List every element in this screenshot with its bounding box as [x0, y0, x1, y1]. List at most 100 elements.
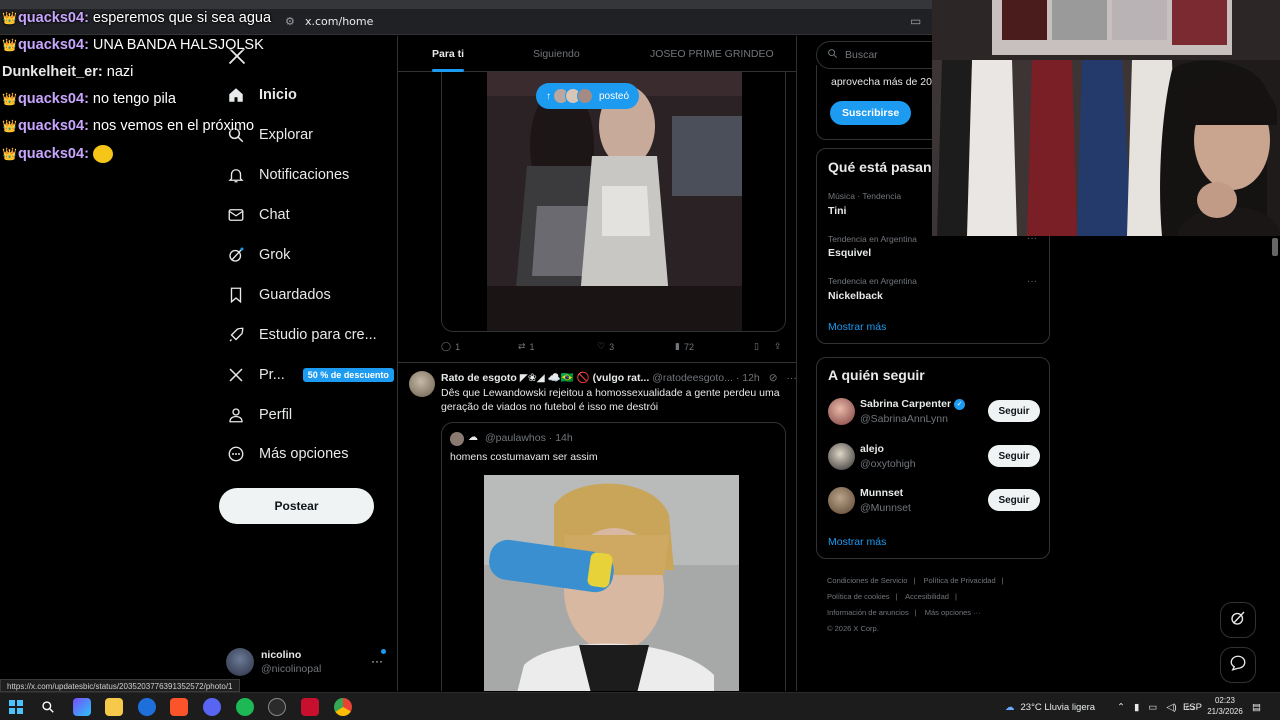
who-to-follow-card: A quién seguir Sabrina Carpenter ✓ @Sabri… [816, 357, 1050, 559]
tweet-author-name[interactable]: Rato de esgoto ◤❀◢ ☁️🇧🇷 🚫 (vulgo rat... [441, 372, 649, 384]
follow-suggestion[interactable]: Sabrina Carpenter ✓ @SabrinaAnnLynn Segui… [828, 396, 1040, 428]
footer-link[interactable]: Accesibilidad [905, 592, 949, 601]
like-button[interactable]: ♡ 3 [597, 341, 614, 352]
who-to-follow-title: A quién seguir [828, 367, 925, 383]
notifications-icon[interactable]: ▤ [1252, 693, 1261, 720]
chat-username: quacks04 [17, 145, 85, 162]
trends-title: Qué está pasando [828, 159, 949, 175]
account-name: nicolino [261, 649, 302, 661]
spotify-icon[interactable] [236, 698, 254, 716]
tab-joseo-prime-grindeo[interactable]: JOSEO PRIME GRINDEO [650, 36, 774, 72]
share-button[interactable]: ⇪ [774, 341, 782, 352]
chat-username: quacks04 [17, 118, 85, 134]
sidebar-item-premium[interactable]: Pr... 50 % de descuento [227, 357, 394, 393]
tweet-author-handle[interactable]: @ratodeesgoto... [652, 372, 733, 384]
more-horizontal-icon[interactable]: ··· [786, 372, 796, 384]
sidebar-item-perfil[interactable]: Perfil [227, 397, 292, 433]
microphone-icon[interactable]: ▮ [1134, 702, 1139, 713]
bell-icon [227, 166, 245, 184]
tab-para-ti[interactable]: Para ti [432, 36, 465, 72]
tab-siguiendo[interactable]: Siguiendo [533, 36, 580, 72]
chart-icon: ▮ [675, 341, 680, 351]
search-icon[interactable] [39, 698, 57, 716]
tweet-text: Dês que Lewandowski rejeitou a homossexu… [441, 387, 780, 413]
trend-name[interactable]: Tini [828, 205, 846, 217]
trend-name[interactable]: Esquivel [828, 247, 871, 259]
volume-icon[interactable]: ◁) [1166, 702, 1176, 713]
follow-suggestion[interactable]: alejo @oxytohigh Seguir [828, 441, 1040, 473]
more-horizontal-icon[interactable]: ··· [1027, 276, 1037, 287]
quote-photo[interactable] [484, 475, 739, 691]
home-icon [227, 86, 245, 104]
app-icon[interactable] [301, 698, 319, 716]
footer-link[interactable]: Más opciones ··· [925, 608, 981, 617]
avatar [226, 648, 254, 676]
footer-link[interactable]: Información de anuncios [827, 608, 909, 617]
repost-button[interactable]: ⇄ 1 [518, 341, 535, 352]
sidebar-item-notificaciones[interactable]: Notificaciones [227, 157, 349, 193]
quoted-tweet[interactable]: ☁ @paulawhos · 14h homens costumavam ser… [441, 422, 786, 691]
site-info-icon[interactable]: ⚙ [285, 15, 297, 28]
chat-text: nazi [106, 64, 134, 80]
chat-text: nos vemos en el próximo [92, 118, 255, 134]
show-more-link[interactable]: Mostrar más [828, 321, 886, 333]
quote-text: homens costumavam ser assim [450, 451, 598, 463]
sidebar-item-guardados[interactable]: Guardados [227, 277, 331, 313]
webcam-video [932, 0, 1280, 236]
chat-message: 👑quacks04: esperemos que si sea agua [2, 10, 272, 26]
sidebar-item-inicio[interactable]: Inicio [227, 77, 297, 113]
clock-date: 21/3/2026 [1207, 707, 1243, 716]
follow-button[interactable]: Seguir [988, 489, 1040, 511]
chevron-up-icon[interactable]: ⌃ [1117, 702, 1125, 713]
post-button[interactable]: Postear [219, 488, 374, 524]
language-indicator[interactable]: ESP [1183, 693, 1202, 720]
footer-link[interactable]: Condiciones de Servicio [827, 576, 907, 585]
reply-button[interactable]: ◯ 1 [441, 341, 460, 352]
grok-icon[interactable]: ⊘ [769, 372, 778, 384]
avatar [828, 443, 855, 470]
brave-icon[interactable] [170, 698, 188, 716]
new-posts-pill[interactable]: ↑ posteó [536, 83, 640, 109]
address-url[interactable]: x.com/home [305, 15, 373, 28]
trend-name[interactable]: Nickelback [828, 290, 883, 302]
follow-suggestion[interactable]: Munnset @Munnset Seguir [828, 485, 1040, 517]
more-horizontal-icon[interactable]: ··· [371, 654, 383, 668]
tweet-time[interactable]: · 12h [736, 372, 760, 384]
chat-bubble-icon [1229, 654, 1247, 677]
weather-widget[interactable]: ☁ 23°C Lluvia ligera [1005, 693, 1095, 720]
active-tab-indicator [432, 69, 465, 72]
cast-icon[interactable]: ▭ [910, 14, 921, 28]
edge-icon[interactable] [138, 698, 156, 716]
scrollbar[interactable] [1272, 238, 1278, 256]
chrome-icon[interactable] [334, 698, 352, 716]
timeline[interactable]: Para ti Siguiendo JOSEO PRIME GRINDEO ↑ [397, 36, 797, 691]
copilot-icon[interactable] [73, 698, 91, 716]
sidebar-item-mas-opciones[interactable]: Más opciones [227, 436, 348, 472]
account-switcher[interactable]: nicolino @nicolinopal ··· [226, 648, 391, 680]
avatar [828, 487, 855, 514]
follow-name: Sabrina Carpenter [860, 398, 952, 410]
footer-link[interactable]: Política de Privacidad [924, 576, 996, 585]
crown-icon: 👑 [2, 38, 17, 52]
messages-floating-button[interactable] [1220, 647, 1256, 683]
subscribe-button[interactable]: Suscribirse [830, 101, 912, 125]
follow-button[interactable]: Seguir [988, 445, 1040, 467]
grok-floating-button[interactable] [1220, 602, 1256, 638]
footer-link[interactable]: Política de cookies [827, 592, 890, 601]
sidebar-item-grok[interactable]: Grok [227, 237, 290, 273]
network-icon[interactable]: ▭ [1148, 702, 1157, 713]
obs-icon[interactable] [268, 698, 286, 716]
views-button[interactable]: ▮ 72 [675, 341, 694, 352]
discord-icon[interactable] [203, 698, 221, 716]
crown-icon: 👑 [2, 92, 17, 106]
avatar[interactable] [409, 371, 435, 397]
sidebar-item-estudio[interactable]: Estudio para cre... [227, 317, 377, 353]
clock[interactable]: 02:23 21/3/2026 [1204, 695, 1246, 717]
windows-start-icon[interactable] [7, 698, 25, 716]
sidebar-item-chat[interactable]: Chat [227, 197, 290, 233]
follow-button[interactable]: Seguir [988, 400, 1040, 422]
file-explorer-icon[interactable] [105, 698, 123, 716]
bookmark-button[interactable]: ▯ [754, 341, 759, 352]
show-more-link[interactable]: Mostrar más [828, 536, 886, 548]
premium-text: aprovecha más de 20 c [831, 76, 941, 88]
